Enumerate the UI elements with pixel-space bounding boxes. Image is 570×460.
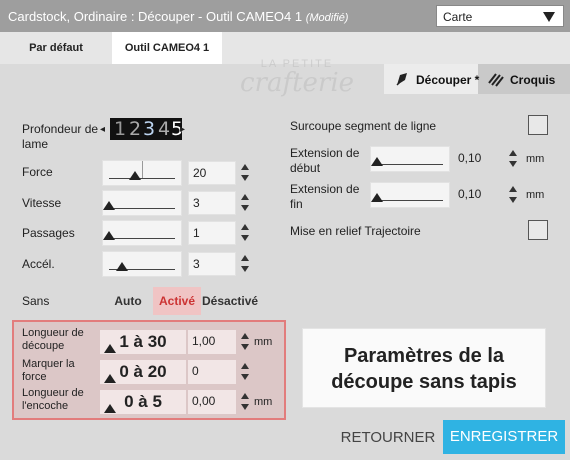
- cut-length-label: Longueur de découpe: [22, 327, 84, 352]
- passes-stepper[interactable]: [240, 221, 250, 245]
- passes-label: Passages: [22, 226, 75, 240]
- mark-force-label: Marquer la force: [22, 358, 75, 383]
- save-button[interactable]: ENREGISTRER: [443, 420, 565, 454]
- sketch-mode-label: Croquis: [510, 73, 556, 87]
- overcut-checkbox[interactable]: [528, 115, 548, 135]
- mark-force-range-text: 0 à 20: [119, 362, 167, 381]
- cut-mode-label: Découper *: [416, 73, 480, 87]
- chevron-down-icon: [543, 12, 555, 22]
- start-extension-thumb[interactable]: [371, 157, 383, 166]
- force-label: Force: [22, 165, 53, 179]
- matless-on-button[interactable]: Activé: [153, 287, 201, 315]
- trace-emboss-checkbox[interactable]: [528, 220, 548, 240]
- matless-label: Sans: [22, 294, 50, 306]
- modified-indicator: (Modifié): [305, 12, 349, 24]
- accel-label: Accél.: [22, 257, 55, 271]
- accel-slider-thumb[interactable]: [116, 262, 129, 271]
- cut-length-stepper[interactable]: [240, 330, 250, 354]
- trace-emboss-label: Mise en relief Trajectoire: [290, 224, 421, 238]
- notch-length-unit: mm: [254, 396, 273, 408]
- passes-input[interactable]: 1: [188, 221, 236, 245]
- mark-force-stepper[interactable]: [240, 360, 250, 384]
- mark-force-input[interactable]: 0: [188, 360, 236, 384]
- notch-length-thumb[interactable]: [104, 404, 116, 413]
- accel-input[interactable]: 3: [188, 252, 236, 276]
- start-extension-label: Extension de début: [290, 146, 360, 175]
- passes-slider[interactable]: [102, 220, 182, 246]
- force-input[interactable]: 20: [188, 161, 236, 185]
- notch-length-range[interactable]: 0 à 5: [100, 390, 186, 414]
- start-extension-stepper[interactable]: [508, 147, 518, 171]
- sketch-icon: [488, 73, 504, 87]
- overcut-label: Surcoupe segment de ligne: [290, 119, 437, 133]
- speed-stepper[interactable]: [240, 191, 250, 215]
- end-extension-label: Extension de fin: [290, 182, 360, 211]
- end-extension-unit: mm: [526, 189, 545, 201]
- force-stepper[interactable]: [240, 161, 250, 185]
- back-button[interactable]: RETOURNER: [336, 426, 440, 450]
- depth-digit-selected: 3: [143, 118, 156, 140]
- blade-depth-gauge[interactable]: 1 2 3 4 5: [110, 118, 183, 140]
- title-bar: Cardstock, Ordinaire : Découper - Outil …: [0, 0, 570, 32]
- watermark-logo: LA PETITE crafterie: [239, 58, 355, 98]
- depth-left-arrow[interactable]: ◂: [100, 124, 105, 135]
- force-slider[interactable]: [102, 160, 182, 186]
- cut-mode-button[interactable]: Découper *: [384, 64, 480, 94]
- notch-length-range-text: 0 à 5: [124, 392, 162, 411]
- matless-off-button[interactable]: Désactivé: [202, 287, 258, 315]
- notch-length-label: Longueur de l'encoche: [22, 387, 84, 412]
- matless-auto-button[interactable]: Auto: [108, 287, 148, 315]
- window-title: Cardstock, Ordinaire : Découper - Outil …: [8, 9, 348, 24]
- mode-bar: Découper * Croquis: [384, 64, 570, 94]
- depth-digit: 1: [114, 118, 127, 140]
- accel-stepper[interactable]: [240, 252, 250, 276]
- speed-slider[interactable]: [102, 190, 182, 216]
- callout-line-2: découpe sans tapis: [331, 371, 517, 393]
- passes-slider-thumb[interactable]: [103, 231, 115, 240]
- mark-force-range[interactable]: 0 à 20: [100, 360, 186, 384]
- tab-default[interactable]: Par défaut: [0, 32, 112, 64]
- end-extension-input[interactable]: 0,10: [454, 183, 504, 207]
- depth-digit: 2: [129, 118, 142, 140]
- notch-length-stepper[interactable]: [240, 390, 250, 414]
- cut-length-unit: mm: [254, 336, 273, 348]
- cut-length-range-text: 1 à 30: [119, 332, 167, 351]
- depth-right-arrow[interactable]: ▸: [180, 124, 185, 135]
- notch-length-input[interactable]: 0,00: [188, 390, 236, 414]
- end-extension-stepper[interactable]: [508, 183, 518, 207]
- start-extension-unit: mm: [526, 153, 545, 165]
- cut-length-input[interactable]: 1,00: [188, 330, 236, 354]
- speed-slider-thumb[interactable]: [103, 201, 115, 210]
- blade-icon: [396, 73, 407, 86]
- material-dropdown[interactable]: Carte: [436, 5, 564, 27]
- start-extension-input[interactable]: 0,10: [454, 147, 504, 171]
- sketch-mode-button[interactable]: Croquis: [478, 64, 570, 94]
- cut-length-thumb[interactable]: [104, 344, 116, 353]
- depth-digit: 4: [158, 118, 171, 140]
- speed-label: Vitesse: [22, 196, 62, 210]
- matless-callout: Paramètres de la découpe sans tapis: [302, 328, 546, 408]
- tab-cameo-tool[interactable]: Outil CAMEO4 1: [112, 32, 222, 64]
- depth-label: Profondeur de lame: [22, 122, 99, 151]
- force-slider-thumb[interactable]: [129, 171, 142, 180]
- mark-force-thumb[interactable]: [104, 374, 116, 383]
- cut-length-range[interactable]: 1 à 30: [100, 330, 186, 354]
- speed-input[interactable]: 3: [188, 191, 236, 215]
- end-extension-slider[interactable]: [370, 182, 450, 208]
- start-extension-slider[interactable]: [370, 146, 450, 172]
- accel-slider[interactable]: [102, 251, 182, 277]
- end-extension-thumb[interactable]: [371, 193, 383, 202]
- callout-line-1: Paramètres de la: [343, 345, 505, 367]
- title-text: Cardstock, Ordinaire : Découper - Outil …: [8, 9, 303, 24]
- material-value: Carte: [443, 10, 473, 24]
